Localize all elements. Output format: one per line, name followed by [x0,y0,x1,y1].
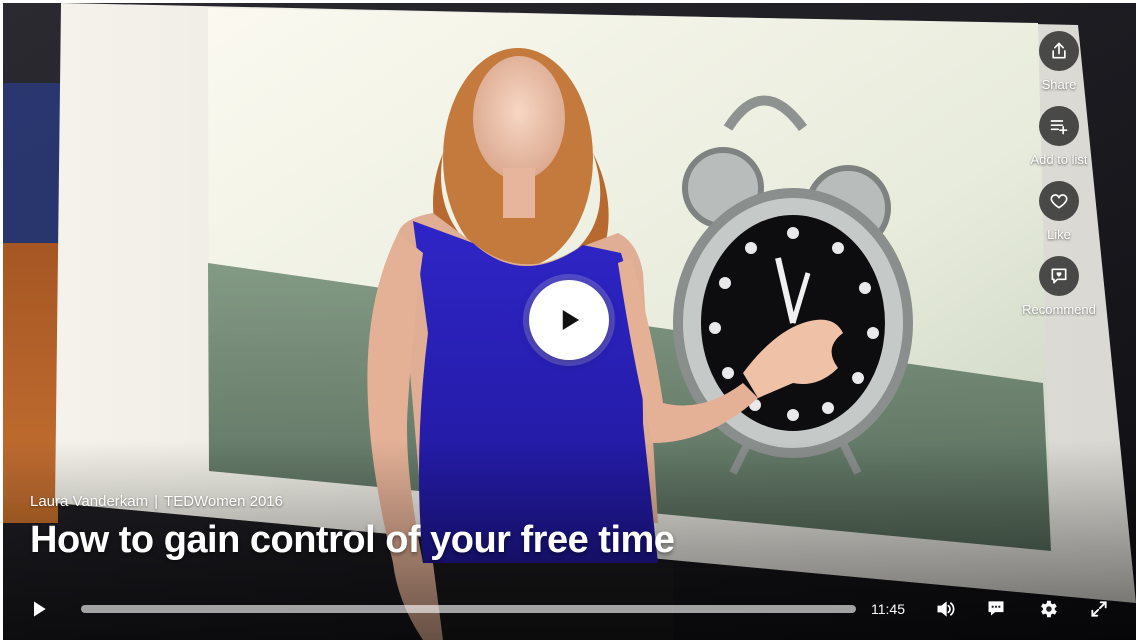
action-rail: Share Add to list Like Recommend [1004,31,1114,331]
captions-button[interactable] [982,596,1010,620]
video-player[interactable]: Share Add to list Like Recommend Laura V… [3,3,1136,640]
control-bar: 11:45 [3,591,1136,627]
heart-icon [1039,181,1079,221]
volume-button[interactable] [931,597,959,621]
share-icon [1039,31,1079,71]
volume-icon [937,601,955,617]
talk-meta: Laura Vanderkam | TEDWomen 2016 [30,493,283,510]
fullscreen-icon [1091,601,1107,617]
captions-icon [988,601,1004,616]
recommend-label: Recommend [1022,302,1096,317]
add-to-list-icon [1039,106,1079,146]
speaker-name: Laura Vanderkam [30,493,149,510]
recommend-button[interactable]: Recommend [1022,256,1096,317]
gear-icon [1041,600,1057,618]
progress-bar[interactable] [81,605,856,613]
duration-label: 11:45 [871,601,905,617]
talk-title: How to gain control of your free time [30,519,675,561]
recommend-icon [1038,256,1079,296]
play-button[interactable] [25,597,53,621]
settings-button[interactable] [1034,597,1062,621]
add-to-list-button[interactable]: Add to list [1030,106,1088,167]
meta-separator: | [154,493,159,510]
event-name: TEDWomen 2016 [164,493,283,510]
big-play-button[interactable] [529,280,609,360]
like-label: Like [1047,227,1071,242]
fullscreen-button[interactable] [1085,597,1113,621]
share-label: Share [1041,77,1077,92]
add-to-list-label: Add to list [1030,152,1088,167]
play-icon [562,310,579,330]
share-button[interactable]: Share [1039,31,1079,92]
play-icon [34,601,46,617]
like-button[interactable]: Like [1039,181,1079,242]
